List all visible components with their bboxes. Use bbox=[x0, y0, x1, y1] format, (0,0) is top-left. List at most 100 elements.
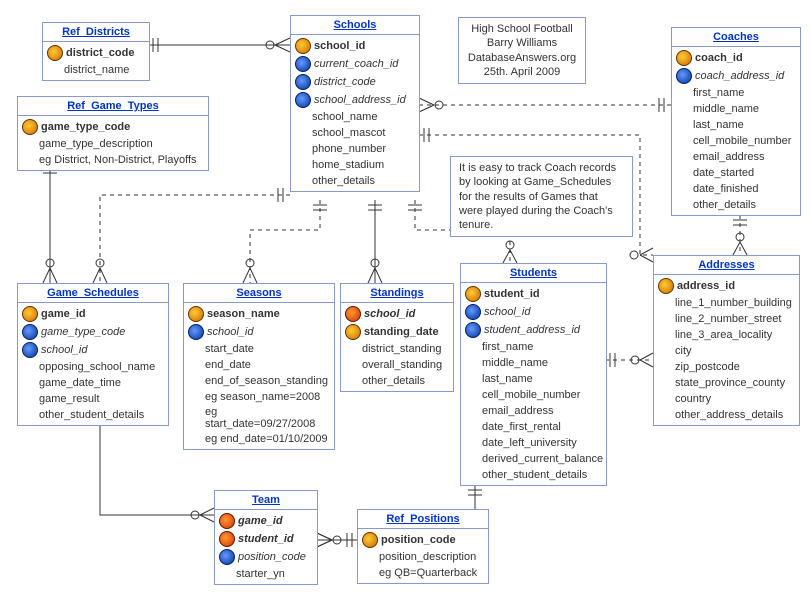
field-other-address-details: other_address_details bbox=[654, 407, 799, 423]
field-other-details: other_details bbox=[341, 373, 453, 389]
entity-title[interactable]: Standings bbox=[341, 284, 453, 303]
meta-note: High School Football Barry Williams Data… bbox=[458, 17, 586, 84]
field-school-id: school_id bbox=[184, 323, 334, 341]
field-email-address: email_address bbox=[461, 403, 606, 419]
field-standing-date: standing_date bbox=[341, 323, 453, 341]
field-label: game_type_code bbox=[41, 121, 130, 133]
field-label: other_student_details bbox=[39, 409, 144, 421]
field-starter-yn: starter_yn bbox=[215, 566, 317, 582]
field-game-type-code: game_type_code bbox=[18, 118, 208, 136]
field-label: current_coach_id bbox=[314, 58, 398, 70]
field-label: district_name bbox=[64, 64, 129, 76]
field-label: date_started bbox=[693, 167, 754, 179]
field-label: cell_mobile_number bbox=[693, 135, 791, 147]
pk-icon bbox=[295, 38, 311, 54]
entity-title[interactable]: Coaches bbox=[672, 28, 800, 47]
field-label: game_date_time bbox=[39, 377, 121, 389]
field-label: phone_number bbox=[312, 143, 386, 155]
field-label: overall_standing bbox=[362, 359, 442, 371]
field-label: coach_id bbox=[695, 52, 743, 64]
field-derived-current-balance: derived_current_balance bbox=[461, 451, 606, 467]
field-eg-season-name-2008: eg season_name=2008 bbox=[184, 389, 334, 405]
field-district-name: district_name bbox=[43, 62, 149, 78]
field-middle-name: middle_name bbox=[461, 355, 606, 371]
entity-coaches: Coaches coach_idcoach_address_idfirst_na… bbox=[671, 27, 801, 216]
pf-icon bbox=[219, 513, 235, 529]
field-label: country bbox=[675, 393, 711, 405]
field-label: opposing_school_name bbox=[39, 361, 155, 373]
field-label: starter_yn bbox=[236, 568, 285, 580]
field-label: school_address_id bbox=[314, 94, 406, 106]
entity-title[interactable]: Students bbox=[461, 264, 606, 283]
field-label: derived_current_balance bbox=[482, 453, 603, 465]
field-start-date: start_date bbox=[184, 341, 334, 357]
field-label: last_name bbox=[693, 119, 744, 131]
field-label: end_date bbox=[205, 359, 251, 371]
field-other-student-details: other_student_details bbox=[461, 467, 606, 483]
field-first-name: first_name bbox=[461, 339, 606, 355]
field-label: other_details bbox=[362, 375, 425, 387]
field-label: student_id bbox=[238, 533, 294, 545]
field-label: date_first_rental bbox=[482, 421, 561, 433]
field-country: country bbox=[654, 391, 799, 407]
comment-note: It is easy to track Coach records by loo… bbox=[450, 156, 633, 237]
field-student-address-id: student_address_id bbox=[461, 321, 606, 339]
pf-icon bbox=[345, 306, 361, 322]
field-label: school_mascot bbox=[312, 127, 385, 139]
field-other-details: other_details bbox=[291, 173, 419, 189]
field-label: game_result bbox=[39, 393, 100, 405]
field-district-standing: district_standing bbox=[341, 341, 453, 357]
field-label: district_code bbox=[314, 76, 376, 88]
field-date-started: date_started bbox=[672, 165, 800, 181]
field-school-name: school_name bbox=[291, 109, 419, 125]
entity-title[interactable]: Seasons bbox=[184, 284, 334, 303]
field-label: eg end_date=01/10/2009 bbox=[205, 433, 328, 445]
field-label: coach_address_id bbox=[695, 70, 784, 82]
field-student-id: student_id bbox=[461, 285, 606, 303]
entity-title[interactable]: Team bbox=[215, 491, 317, 510]
field-game-result: game_result bbox=[18, 391, 168, 407]
field-phone-number: phone_number bbox=[291, 141, 419, 157]
field-label: middle_name bbox=[482, 357, 548, 369]
pk-icon bbox=[22, 119, 38, 135]
fk-icon bbox=[219, 549, 235, 565]
entity-ref-positions: Ref_Positions position_codeposition_desc… bbox=[357, 509, 489, 584]
field-line-3-area-locality: line_3_area_locality bbox=[654, 327, 799, 343]
pk-icon bbox=[658, 278, 674, 294]
field-last-name: last_name bbox=[461, 371, 606, 387]
field-state-province-county: state_province_county bbox=[654, 375, 799, 391]
field-home-stadium: home_stadium bbox=[291, 157, 419, 173]
field-district-code: district_code bbox=[291, 73, 419, 91]
fk-icon bbox=[676, 68, 692, 84]
entity-title[interactable]: Addresses bbox=[654, 256, 799, 275]
field-label: school_id bbox=[484, 306, 530, 318]
field-label: standing_date bbox=[364, 326, 439, 338]
field-label: other_details bbox=[693, 199, 756, 211]
field-label: school_id bbox=[41, 344, 87, 356]
field-eg-start-date-09-27-2008: eg start_date=09/27/2008 bbox=[184, 405, 334, 431]
meta-title: High School Football bbox=[467, 22, 577, 36]
field-label: start_date bbox=[205, 343, 254, 355]
field-label: cell_mobile_number bbox=[482, 389, 580, 401]
entity-ref-districts: Ref_Districts district_codedistrict_name bbox=[42, 22, 150, 81]
entity-title[interactable]: Game_Schedules bbox=[18, 284, 168, 303]
entity-title[interactable]: Ref_Districts bbox=[43, 23, 149, 42]
field-label: home_stadium bbox=[312, 159, 384, 171]
field-label: address_id bbox=[677, 280, 735, 292]
field-label: line_3_area_locality bbox=[675, 329, 772, 341]
field-label: position_code bbox=[238, 551, 306, 563]
field-label: end_of_season_standing bbox=[205, 375, 328, 387]
field-school-mascot: school_mascot bbox=[291, 125, 419, 141]
fk-icon bbox=[295, 92, 311, 108]
entity-schools: Schools school_idcurrent_coach_iddistric… bbox=[290, 15, 420, 192]
entity-title[interactable]: Ref_Positions bbox=[358, 510, 488, 529]
entity-title[interactable]: Schools bbox=[291, 16, 419, 35]
field-overall-standing: overall_standing bbox=[341, 357, 453, 373]
pk-icon bbox=[362, 532, 378, 548]
field-other-details: other_details bbox=[672, 197, 800, 213]
entity-title[interactable]: Ref_Game_Types bbox=[18, 97, 208, 116]
field-label: school_id bbox=[364, 308, 415, 320]
pk-icon bbox=[47, 45, 63, 61]
fk-icon bbox=[295, 74, 311, 90]
pk-icon bbox=[188, 306, 204, 322]
